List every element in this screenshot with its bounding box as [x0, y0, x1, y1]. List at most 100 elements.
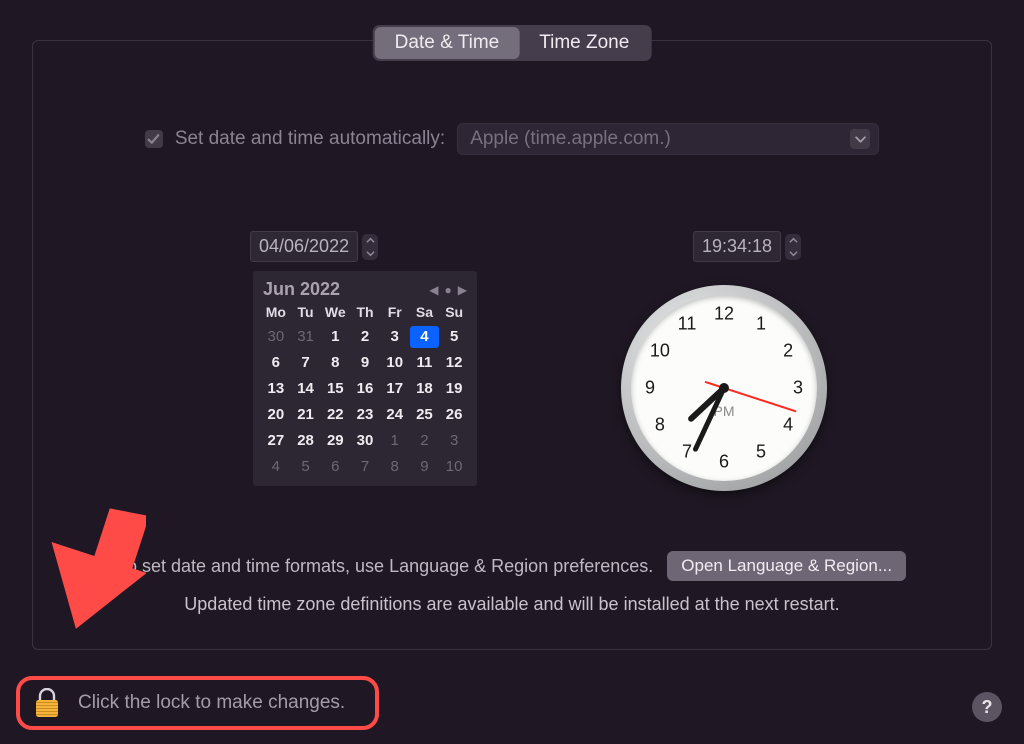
calendar-day[interactable]: 26 — [439, 404, 469, 426]
date-input[interactable]: 04/06/2022 — [250, 231, 358, 262]
footer-formats-row: To set date and time formats, use Langua… — [33, 551, 991, 581]
calendar-day[interactable]: 14 — [291, 378, 321, 400]
calendar-widget[interactable]: Jun 2022 ◀ ● ▶ MoTuWeThFrSaSu30311234567… — [253, 271, 477, 486]
calendar-day[interactable]: 30 — [261, 326, 291, 348]
calendar-dow: Fr — [380, 304, 410, 322]
calendar-day[interactable]: 2 — [410, 430, 440, 452]
time-input[interactable]: 19:34:18 — [693, 231, 781, 262]
tab-bar: Date & Time Time Zone — [373, 25, 652, 61]
clock-numeral: 9 — [645, 378, 655, 399]
calendar-day[interactable]: 22 — [320, 404, 350, 426]
clock-numeral: 7 — [682, 442, 692, 463]
stepper-up-icon — [362, 234, 378, 247]
calendar-day[interactable]: 21 — [291, 404, 321, 426]
calendar-day[interactable]: 18 — [410, 378, 440, 400]
time-stepper[interactable] — [785, 234, 801, 260]
calendar-dow: Mo — [261, 304, 291, 322]
time-server-dropdown[interactable]: Apple (time.apple.com.) — [457, 123, 879, 155]
calendar-day[interactable]: 8 — [380, 456, 410, 478]
calendar-day[interactable]: 10 — [380, 352, 410, 374]
clock-second-hand — [724, 387, 797, 412]
stepper-down-icon — [785, 247, 801, 260]
calendar-day[interactable]: 11 — [410, 352, 440, 374]
auto-time-label: Set date and time automatically: — [175, 128, 445, 150]
lock-row: Click the lock to make changes. — [16, 676, 379, 730]
clock-numeral: 6 — [719, 452, 729, 473]
clock-center-dot — [719, 383, 729, 393]
lock-icon[interactable] — [34, 688, 60, 718]
calendar-day[interactable]: 4 — [261, 456, 291, 478]
time-server-value: Apple (time.apple.com.) — [470, 128, 671, 150]
calendar-day[interactable]: 12 — [439, 352, 469, 374]
calendar-day[interactable]: 1 — [320, 326, 350, 348]
calendar-dow: We — [320, 304, 350, 322]
calendar-day[interactable]: 2 — [350, 326, 380, 348]
calendar-day[interactable]: 3 — [380, 326, 410, 348]
calendar-day[interactable]: 24 — [380, 404, 410, 426]
calendar-day[interactable]: 15 — [320, 378, 350, 400]
auto-time-row: Set date and time automatically: Apple (… — [33, 123, 991, 155]
help-button[interactable]: ? — [972, 692, 1002, 722]
clock-numeral: 11 — [678, 313, 697, 334]
formats-hint-text: To set date and time formats, use Langua… — [118, 556, 653, 577]
clock-numeral: 10 — [650, 341, 670, 362]
open-language-region-button[interactable]: Open Language & Region... — [667, 551, 906, 581]
auto-time-checkbox[interactable] — [145, 130, 163, 148]
calendar-nav: ◀ ● ▶ — [429, 283, 467, 297]
stepper-down-icon — [362, 247, 378, 260]
calendar-day[interactable]: 13 — [261, 378, 291, 400]
clock-numeral: 3 — [793, 378, 803, 399]
preferences-panel: Date & Time Time Zone Set date and time … — [32, 40, 992, 650]
chevron-down-icon — [850, 129, 870, 149]
calendar-day[interactable]: 19 — [439, 378, 469, 400]
date-stepper[interactable] — [362, 234, 378, 260]
calendar-day[interactable]: 23 — [350, 404, 380, 426]
calendar-day[interactable]: 25 — [410, 404, 440, 426]
calendar-day[interactable]: 31 — [291, 326, 321, 348]
clock-numeral: 4 — [783, 415, 793, 436]
calendar-next-icon[interactable]: ▶ — [458, 283, 467, 297]
calendar-day[interactable]: 6 — [320, 456, 350, 478]
calendar-day[interactable]: 16 — [350, 378, 380, 400]
tab-date-time[interactable]: Date & Time — [375, 27, 520, 59]
analog-clock[interactable]: PM 123456789101112 — [621, 285, 827, 491]
calendar-day[interactable]: 27 — [261, 430, 291, 452]
time-field-group: 19:34:18 — [693, 231, 801, 262]
calendar-day[interactable]: 3 — [439, 430, 469, 452]
calendar-day[interactable]: 1 — [380, 430, 410, 452]
calendar-day[interactable]: 5 — [291, 456, 321, 478]
calendar-day[interactable]: 10 — [439, 456, 469, 478]
calendar-day[interactable]: 7 — [350, 456, 380, 478]
calendar-grid: MoTuWeThFrSaSu30311234567891011121314151… — [261, 304, 469, 478]
calendar-day[interactable]: 5 — [439, 326, 469, 348]
calendar-day[interactable]: 28 — [291, 430, 321, 452]
tab-time-zone[interactable]: Time Zone — [519, 27, 649, 59]
calendar-day[interactable]: 9 — [350, 352, 380, 374]
clock-numeral: 5 — [756, 442, 766, 463]
calendar-dow: Tu — [291, 304, 321, 322]
date-field-group: 04/06/2022 — [250, 231, 378, 262]
clock-numeral: 8 — [655, 415, 665, 436]
calendar-dow: Su — [439, 304, 469, 322]
checkmark-icon — [147, 133, 160, 146]
calendar-day[interactable]: 29 — [320, 430, 350, 452]
calendar-day[interactable]: 20 — [261, 404, 291, 426]
calendar-title: Jun 2022 — [263, 279, 340, 300]
tz-update-text: Updated time zone definitions are availa… — [33, 594, 991, 615]
stepper-up-icon — [785, 234, 801, 247]
calendar-day[interactable]: 8 — [320, 352, 350, 374]
calendar-day[interactable]: 7 — [291, 352, 321, 374]
calendar-dow: Th — [350, 304, 380, 322]
calendar-day[interactable]: 9 — [410, 456, 440, 478]
lock-hint-text: Click the lock to make changes. — [78, 692, 345, 714]
calendar-day[interactable]: 4 — [410, 326, 440, 348]
clock-numeral: 12 — [714, 304, 734, 325]
calendar-day[interactable]: 6 — [261, 352, 291, 374]
calendar-prev-icon[interactable]: ◀ — [429, 283, 438, 297]
calendar-dow: Sa — [410, 304, 440, 322]
calendar-today-icon[interactable]: ● — [445, 283, 452, 297]
calendar-day[interactable]: 17 — [380, 378, 410, 400]
clock-numeral: 2 — [783, 341, 793, 362]
calendar-day[interactable]: 30 — [350, 430, 380, 452]
clock-numeral: 1 — [756, 313, 766, 334]
